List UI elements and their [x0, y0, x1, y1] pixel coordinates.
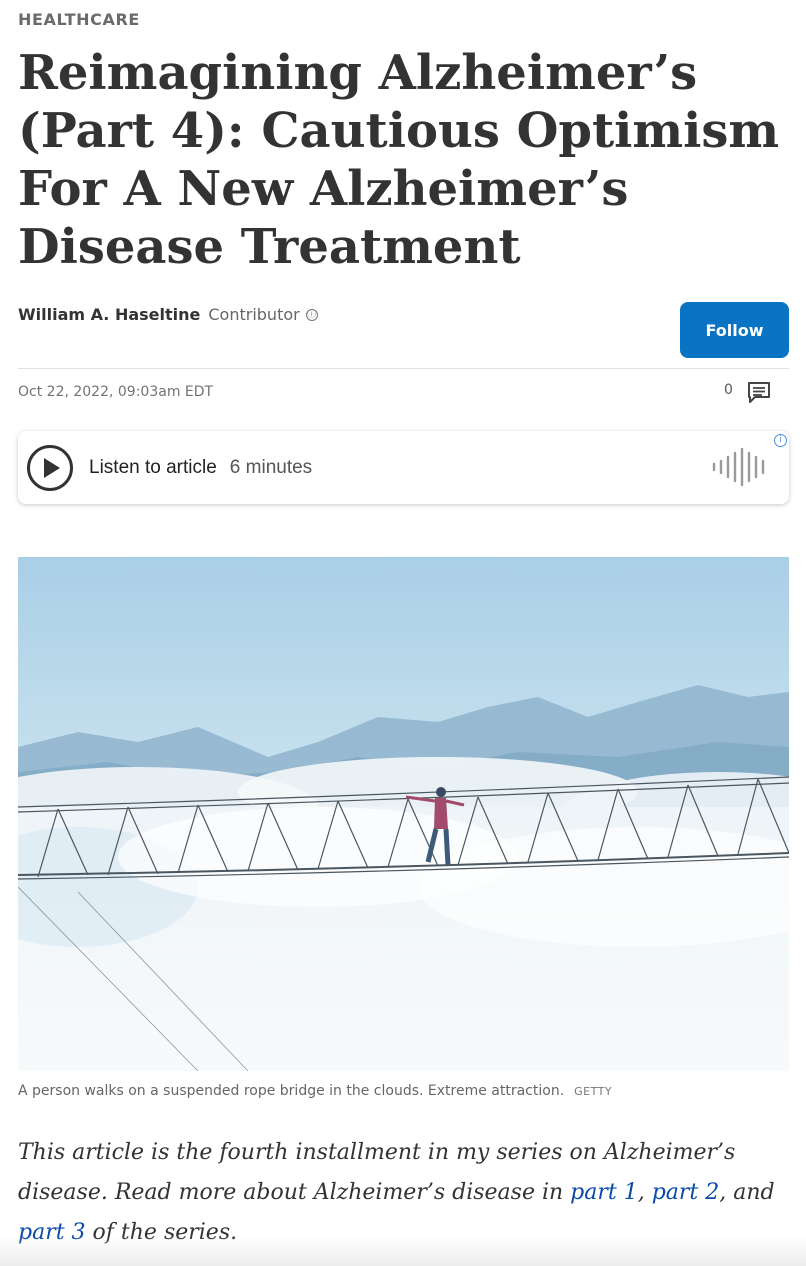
author-name[interactable]: William A. Haseltine — [18, 305, 200, 324]
article-intro: This article is the fourth installment i… — [18, 1133, 793, 1253]
audio-info-icon[interactable]: i — [774, 434, 787, 447]
byline: William A. Haseltine Contributor ⓘ — [18, 305, 318, 324]
rope-bridge-clouds-image — [18, 557, 789, 1071]
listen-label[interactable]: Listen to article — [89, 457, 217, 479]
comments-button[interactable]: 0 — [724, 380, 771, 404]
category-label[interactable]: HEALTHCARE — [18, 10, 140, 29]
publish-date: Oct 22, 2022, 09:03am EDT — [18, 384, 214, 400]
intro-separator: , — [637, 1180, 652, 1205]
author-role: Contributor — [208, 305, 300, 324]
image-caption: A person walks on a suspended rope bridg… — [18, 1083, 612, 1099]
divider — [18, 368, 789, 369]
article-headline: Reimagining Alzheimer’s (Part 4): Cautio… — [18, 45, 780, 275]
bottom-fade — [0, 1236, 806, 1266]
comment-icon[interactable] — [747, 380, 771, 404]
caption-text: A person walks on a suspended rope bridg… — [18, 1083, 565, 1099]
waveform-icon — [712, 447, 765, 487]
image-credit: GETTY — [574, 1085, 613, 1098]
info-icon[interactable]: ⓘ — [305, 308, 318, 321]
play-icon — [44, 457, 60, 478]
comment-count: 0 — [724, 382, 733, 398]
intro-separator: , and — [719, 1180, 775, 1205]
hero-image — [18, 557, 789, 1071]
listen-duration: 6 minutes — [229, 456, 313, 478]
part-2-link[interactable]: part 2 — [652, 1180, 720, 1205]
part-1-link[interactable]: part 1 — [570, 1180, 638, 1205]
follow-button[interactable]: Follow — [680, 302, 789, 358]
audio-player: Listen to article 6 minutes i — [18, 431, 789, 504]
play-button[interactable] — [27, 444, 73, 491]
